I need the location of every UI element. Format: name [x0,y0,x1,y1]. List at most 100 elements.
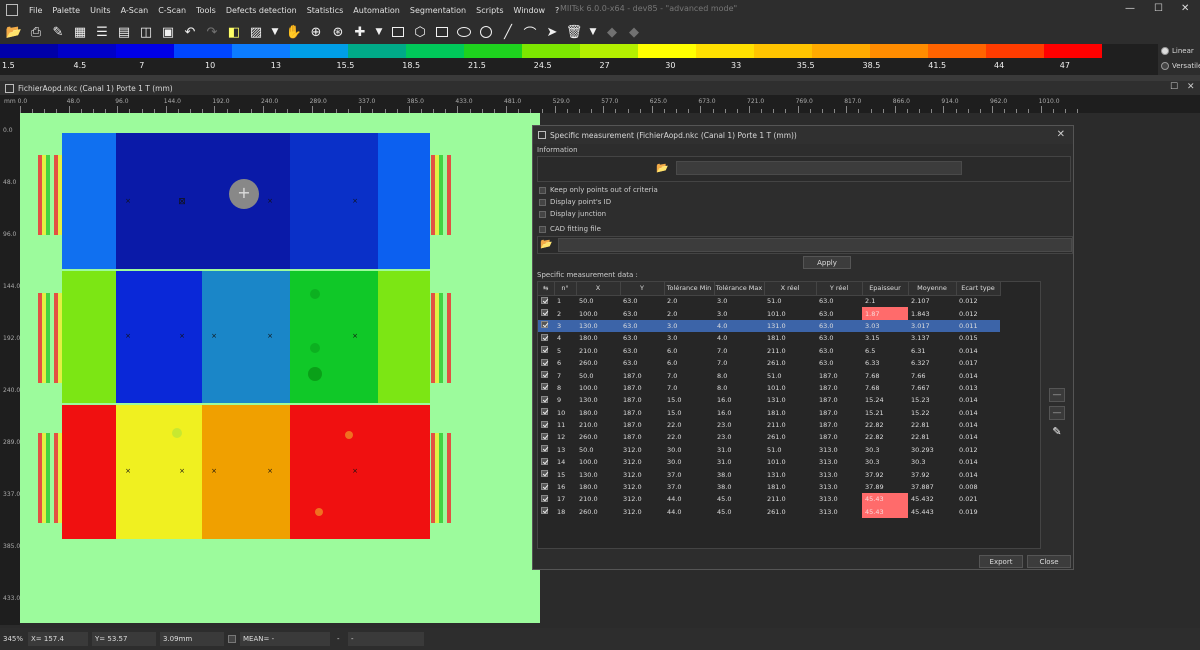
point-marker[interactable]: × [266,332,274,340]
circle-icon[interactable] [476,22,496,42]
palette-segment[interactable] [406,44,464,58]
column-header[interactable]: X [576,282,621,296]
palette-segment[interactable] [812,44,870,58]
row-checkbox[interactable] [538,493,554,505]
close-dialog-button[interactable]: Close [1027,555,1071,568]
point-marker[interactable]: × [124,197,132,205]
cscan-image[interactable]: + × ⊠ × × × × × × × × × × × × [20,113,540,623]
zoom-icon[interactable]: ⊕ [306,22,326,42]
image-dropdown-icon[interactable]: ▼ [268,22,282,42]
ellipse-icon[interactable] [454,22,474,42]
grid-view-icon[interactable]: ▦ [70,22,90,42]
menu-item[interactable]: Window [508,6,550,15]
row-checkbox[interactable] [538,456,554,468]
table-row[interactable]: 10 180.0 187.0 15.0 16.0 181.0 187.0 15.21 15.22… [538,407,1000,419]
layout-quad-icon[interactable]: ▣ [158,22,178,42]
row-check-icon[interactable] [541,470,548,478]
point-marker[interactable]: × [124,332,132,340]
point-marker[interactable]: × [266,197,274,205]
table-row[interactable]: 7 50.0 187.0 7.0 8.0 51.0 187.0 7.68 7.66 0.014 [538,369,1000,381]
open-folder-icon[interactable]: 📂 [4,22,24,42]
menu-item[interactable]: Units [85,6,115,15]
cad-file-field[interactable] [558,238,1072,252]
column-header[interactable]: X réel [764,282,817,296]
row-checkbox[interactable] [538,369,554,381]
table-row[interactable]: 13 50.0 312.0 30.0 31.0 51.0 313.0 30.3 30.293 0.… [538,444,1000,456]
palette-segment[interactable] [696,44,754,58]
row-check-icon[interactable] [541,420,548,428]
row-check-icon[interactable] [541,309,548,317]
point-marker[interactable]: × [178,332,186,340]
palette-segment[interactable] [638,44,696,58]
row-checkbox[interactable] [538,332,554,344]
open-folder-icon[interactable]: 📂 [656,164,670,174]
display-point-id-box[interactable] [539,198,546,206]
row-checkbox[interactable] [538,468,554,480]
table-row[interactable]: 8 100.0 187.0 7.0 8.0 101.0 187.0 7.68 7.667 0.01… [538,382,1000,394]
menu-item[interactable]: Scripts [471,6,508,15]
row-checkbox[interactable] [538,357,554,369]
target-icon[interactable]: ⊛ [328,22,348,42]
palette-segment[interactable] [754,44,812,58]
row-checkbox[interactable] [538,431,554,443]
menu-item[interactable]: Defects detection [221,6,302,15]
column-header[interactable]: Y réel [816,282,863,296]
table-row[interactable]: 3 130.0 63.0 3.0 4.0 131.0 63.0 3.03 3.017 0.011 [538,319,1000,333]
row-check-icon[interactable] [541,445,548,453]
table-row[interactable]: 12 260.0 187.0 22.0 23.0 261.0 187.0 22.82 22.81… [538,431,1000,443]
palette-segment[interactable] [1044,44,1102,58]
palette-segment[interactable] [174,44,232,58]
palette-segment[interactable] [464,44,522,58]
versatile-radio[interactable] [1161,62,1169,70]
shape-b-icon[interactable]: ◆ [624,22,644,42]
information-file-field[interactable] [676,161,962,175]
menu-item[interactable]: Segmentation [405,6,471,15]
menu-item[interactable]: Palette [47,6,85,15]
point-marker[interactable]: × [210,332,218,340]
row-check-icon[interactable] [541,507,548,515]
image-icon[interactable]: ▨ [246,22,266,42]
versatile-option[interactable]: Versatile [1161,62,1200,70]
palette-segment[interactable] [580,44,638,58]
hand-tool-icon[interactable]: ✋ [284,22,304,42]
polygon-icon[interactable]: ⬡ [410,22,430,42]
row-check-icon[interactable] [541,494,548,502]
minimize-button[interactable]: — [1125,3,1135,14]
close-button[interactable]: ✕ [1181,3,1189,14]
menu-item[interactable]: File [24,6,47,15]
print-icon[interactable]: ⎙ [26,22,46,42]
row-check-icon[interactable] [541,395,548,403]
palette-bar[interactable] [0,44,1160,58]
palette-segment[interactable] [290,44,348,58]
display-junction-checkbox[interactable]: Display junction [539,210,606,218]
point-marker[interactable]: × [266,467,274,475]
row-checkbox[interactable] [538,319,554,333]
palette-segment[interactable] [0,44,58,58]
menu-item[interactable]: Statistics [302,6,349,15]
row-check-icon[interactable] [541,432,548,440]
row-checkbox[interactable] [538,295,554,307]
palette-segment[interactable] [1102,44,1160,58]
apply-button[interactable]: Apply [803,256,851,269]
column-header[interactable]: Tolérance Max [714,282,765,296]
linear-radio[interactable] [1161,47,1169,55]
table-row[interactable]: 1 50.0 63.0 2.0 3.0 51.0 63.0 2.1 2.107 0.012 [538,295,1000,307]
row-check-icon[interactable] [541,296,548,304]
table-row[interactable]: 16 180.0 312.0 37.0 38.0 181.0 313.0 37.89 37.88… [538,481,1000,493]
palette-segment[interactable] [348,44,406,58]
export-button[interactable]: Export [979,555,1023,568]
palette-segment[interactable] [928,44,986,58]
table-row[interactable]: 14 100.0 312.0 30.0 31.0 101.0 313.0 30.3 30.3 0.… [538,456,1000,468]
dialog-titlebar[interactable]: Specific measurement (FichierAopd.nkc (C… [533,126,1073,144]
cursor-plus-icon[interactable]: + [229,179,259,209]
row-checkbox[interactable] [538,394,554,406]
edit-document-icon[interactable]: ✎ [48,22,68,42]
row-check-icon[interactable] [541,383,548,391]
column-header[interactable]: Moyenne [908,282,957,296]
line-icon[interactable]: ╱ [498,22,518,42]
menu-item[interactable]: A-Scan [116,6,154,15]
row-checkbox[interactable] [538,382,554,394]
table-header-icon[interactable]: ⇆ [538,282,555,296]
display-junction-box[interactable] [539,210,546,218]
redo-icon[interactable]: ↷ [202,22,222,42]
